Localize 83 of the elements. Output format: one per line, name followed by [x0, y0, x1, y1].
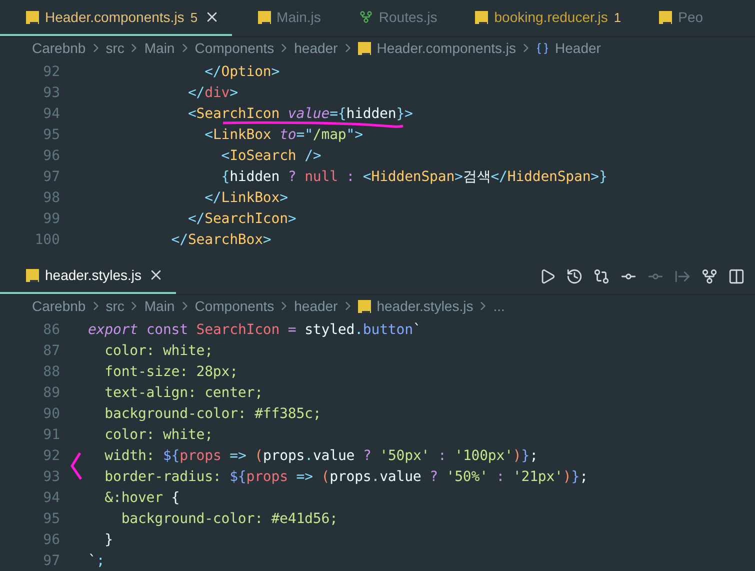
breadcrumb-item[interactable]: Components [194, 298, 274, 314]
line-number: 100 [34, 232, 60, 248]
code-line: `; [88, 552, 105, 568]
code-line: color: white; [104, 426, 213, 442]
code-line: font-size: 28px; [104, 364, 238, 380]
compare-icon[interactable] [593, 268, 610, 284]
line-number: 98 [42, 190, 60, 206]
code-line: width: ${props => (props.value ? '50px' : '100px')}; [104, 448, 538, 464]
code-line: </LinkBox> [204, 190, 288, 206]
line-number: 94 [42, 490, 60, 506]
line-number: 95 [42, 126, 60, 142]
editor-tab[interactable]: Header.components.js 5 [0, 0, 232, 36]
line-number: 86 [42, 322, 60, 338]
graph-icon[interactable] [701, 268, 718, 284]
breadcrumb-item[interactable]: header.styles.js [358, 298, 474, 314]
editor-tab[interactable]: Main.js [232, 0, 333, 36]
breadcrumb-item[interactable]: Carebnb [32, 298, 86, 314]
code-line: </Option> [204, 64, 280, 80]
tab-label: Header.components.js [45, 9, 184, 25]
line-number: 93 [42, 468, 60, 484]
line-number: 89 [42, 384, 60, 400]
code-line: {hidden ? null : <HiddenSpan>검색</HiddenSpan>} [220, 168, 608, 186]
code-line: background-color: #e41d56; [120, 510, 338, 526]
editor-tab[interactable]: Routes.js [332, 0, 450, 36]
line-number: 87 [42, 342, 60, 358]
code-line: <LinkBox to="/map"> [204, 126, 363, 142]
js-file-icon [26, 10, 39, 24]
breadcrumb-item[interactable]: Header [536, 40, 601, 56]
problem-count: 5 [190, 10, 198, 24]
js-file-icon [26, 268, 39, 282]
js-file-icon [659, 10, 672, 24]
line-number: 96 [42, 532, 60, 548]
tab-label: Routes.js [378, 9, 438, 25]
run-icon[interactable] [539, 268, 556, 284]
line-number: 93 [42, 84, 60, 100]
breadcrumb-item[interactable]: Main [144, 40, 175, 56]
tab-label: header.styles.js [45, 267, 142, 283]
js-file-icon [258, 10, 271, 24]
code-line: border-radius: ${props => (props.value ? '50%' : '21px')}; [104, 468, 588, 484]
breadcrumb-item[interactable]: Carebnb [32, 40, 86, 56]
breadcrumb-item[interactable]: header [294, 298, 338, 314]
line-number: 99 [42, 210, 60, 226]
line-number: 91 [42, 426, 60, 442]
editor-tab[interactable]: booking.reducer.js 1 [449, 0, 634, 36]
code-line: </SearchIcon> [186, 210, 296, 226]
line-number: 90 [42, 406, 60, 422]
js-file-icon [358, 42, 371, 54]
code-line: background-color: #ff385c; [104, 406, 322, 422]
code-line: &:hover { [104, 490, 180, 506]
js-file-icon [358, 300, 371, 312]
tab-label: Peo [678, 9, 704, 25]
breadcrumb-item[interactable]: ... [493, 298, 505, 314]
breadcrumb-item[interactable]: Main [144, 298, 175, 314]
line-number: 97 [42, 552, 60, 568]
breadcrumb-item[interactable]: src [106, 40, 124, 56]
breadcrumb-item[interactable]: header [294, 40, 338, 56]
line-number: 95 [42, 510, 60, 526]
line-number: 96 [42, 148, 60, 164]
line-number: 92 [42, 64, 60, 80]
problem-count: 1 [614, 10, 622, 24]
js-file-icon [475, 10, 488, 24]
line-number: 88 [42, 364, 60, 380]
code-line: export const SearchIcon = styled.button` [88, 322, 422, 338]
symbol-icon [536, 42, 550, 54]
tab-label: booking.reducer.js [494, 9, 608, 25]
code-line: </div> [186, 84, 238, 100]
breadcrumb-item[interactable]: Header.components.js [358, 40, 516, 56]
code-line: color: white; [104, 342, 213, 358]
line-number: 94 [42, 106, 60, 122]
code-line: </SearchBox> [170, 232, 272, 248]
editor-tab[interactable]: Peo [633, 0, 716, 36]
tab-label: Main.js [276, 9, 321, 25]
editor-tab[interactable]: header.styles.js [0, 258, 176, 294]
line-number: 97 [42, 168, 60, 184]
split-icon[interactable] [728, 268, 745, 284]
code-line: <IoSearch /> [220, 148, 322, 164]
code-line: <SearchIcon value={hidden}> [186, 106, 413, 122]
history-icon[interactable] [566, 268, 583, 284]
line-number: 92 [42, 448, 60, 464]
code-line: } [104, 532, 113, 548]
breadcrumb-item[interactable]: Components [194, 40, 274, 56]
code-line: text-align: center; [104, 384, 263, 400]
breadcrumb-item[interactable]: src [106, 298, 124, 314]
